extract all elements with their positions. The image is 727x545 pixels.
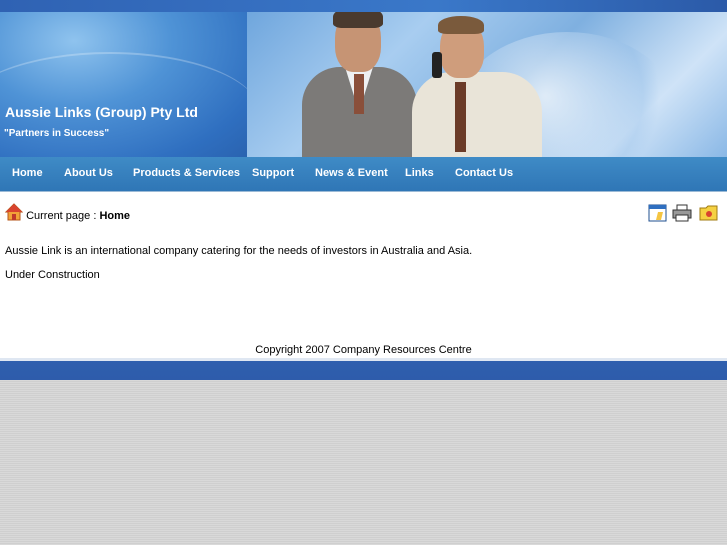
nav-links[interactable]: Links bbox=[405, 167, 434, 179]
nav-news-event[interactable]: News & Event bbox=[315, 167, 388, 179]
breadcrumb-current: Home bbox=[99, 210, 130, 222]
nav-support[interactable]: Support bbox=[252, 167, 294, 179]
footer-bar bbox=[0, 358, 727, 380]
nav-about-us[interactable]: About Us bbox=[64, 167, 113, 179]
company-slogan: "Partners in Success" bbox=[4, 128, 110, 139]
company-name: Aussie Links (Group) Pty Ltd bbox=[5, 104, 198, 120]
nav-home[interactable]: Home bbox=[12, 167, 43, 179]
copyright-text: Copyright 2007 Company Resources Centre bbox=[255, 344, 472, 356]
main-nav: Home About Us Products & Services Suppor… bbox=[0, 157, 727, 192]
home-icon[interactable] bbox=[4, 203, 24, 221]
banner-photo bbox=[247, 12, 727, 157]
folder-icon[interactable] bbox=[699, 204, 719, 222]
printer-icon[interactable] bbox=[672, 204, 692, 222]
calendar-icon[interactable] bbox=[648, 204, 668, 222]
banner-left-panel: Aussie Links (Group) Pty Ltd "Partners i… bbox=[0, 12, 260, 157]
header-banner: Aussie Links (Group) Pty Ltd "Partners i… bbox=[0, 12, 727, 157]
nav-products-services[interactable]: Products & Services bbox=[133, 167, 240, 179]
intro-text: Aussie Link is an international company … bbox=[5, 245, 473, 257]
page: Aussie Links (Group) Pty Ltd "Partners i… bbox=[0, 0, 727, 380]
top-strip bbox=[0, 0, 727, 12]
breadcrumb: Current page : Home bbox=[4, 203, 130, 222]
status-text: Under Construction bbox=[5, 269, 100, 281]
breadcrumb-prefix: Current page : bbox=[26, 210, 100, 222]
nav-contact-us[interactable]: Contact Us bbox=[455, 167, 513, 179]
